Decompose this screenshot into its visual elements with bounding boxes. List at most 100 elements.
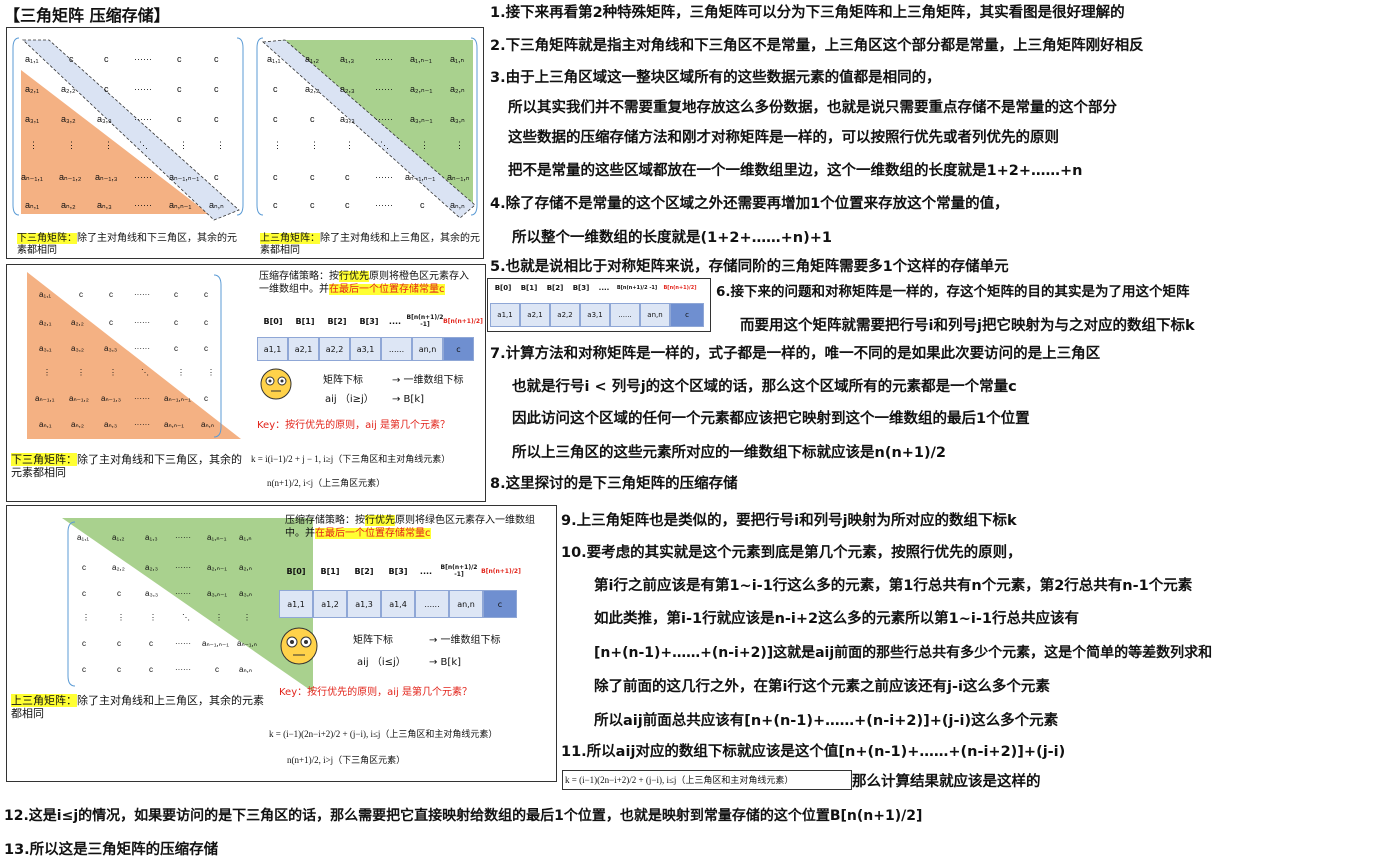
svg-text:⋮: ⋮ [420, 140, 429, 150]
svg-text:⋮: ⋮ [149, 613, 157, 622]
svg-text:a₁,ₙ₋₁: a₁,ₙ₋₁ [410, 54, 432, 64]
svg-text:a₂,₂: a₂,₂ [112, 563, 125, 572]
line-9: 9.上三角矩阵也是类似的，要把行号i和列号j映射为所对应的数组下标k [561, 511, 1017, 531]
svg-text:······: ······ [134, 420, 150, 429]
svg-text:······: ······ [134, 200, 152, 210]
strategy-highlight: 行优先 [365, 515, 395, 526]
svg-text:c: c [82, 563, 86, 572]
svg-text:aₙ,₃: aₙ,₃ [97, 200, 112, 210]
array-cell: an,n [449, 590, 483, 618]
line-2: 2.下三角矩阵就是指主对角线和下三角区不是常量，上三角区这个部分都是常量，上三角… [490, 36, 1144, 56]
svg-text:a₁,ₙ₋₁: a₁,ₙ₋₁ [207, 533, 227, 542]
line-10b: 第i行之前应该是有第1~i-1行这么多的元素，第1行总共有n个元素，第2行总共有… [594, 576, 1192, 596]
line-7: 7.计算方法和对称矩阵是一样的，式子都是一样的，唯一不同的是如果此次要访问的是上… [490, 344, 1100, 364]
svg-text:aₙ,ₙ₋₁: aₙ,ₙ₋₁ [169, 200, 191, 210]
array-cell: an,n [640, 303, 670, 327]
svg-text:aₙ₋₁,₁: aₙ₋₁,₁ [35, 394, 55, 403]
array-header: B[n(n+1)/2] [663, 285, 697, 291]
line-4b-text: 所以整个一维数组的长度就是(1+2+……+n)+1 [512, 230, 832, 246]
array-header: B[1] [295, 316, 315, 326]
array-cell: a1,1 [279, 590, 313, 618]
line-7c-text: 因此访问这个区域的任何一个元素都应该把它映射到这个一维数组的最后1个位置 [512, 411, 1030, 427]
line-6-text: 6.接下来的问题和对称矩阵是一样的，存这个矩阵的目的其实是为了用这个矩阵 [716, 284, 1190, 300]
svg-text:c: c [204, 344, 208, 353]
svg-text:c: c [345, 200, 350, 210]
svg-text:aₙ₋₁,₃: aₙ₋₁,₃ [101, 394, 121, 403]
svg-text:⋮: ⋮ [273, 140, 282, 150]
mini-array-headers: B[0] B[1] B[2] B[3] .... B[n(n+1)/2 -1] … [490, 281, 700, 295]
array-cell: a1,3 [347, 590, 381, 618]
svg-text:c: c [104, 54, 109, 64]
array-cell: a3,1 [580, 303, 610, 327]
svg-text:c: c [214, 172, 219, 182]
lower-compression-caption: 下三角矩阵：除了主对角线和下三角区，其余的元素都相同 [11, 453, 246, 479]
line-10b-text: 第i行之前应该是有第1~i-1行这么多的元素，第1行总共有n个元素，第2行总共有… [594, 578, 1193, 594]
svg-text:⋱: ⋱ [380, 140, 389, 150]
array-header: B[3] [388, 566, 408, 576]
svg-text:······: ······ [175, 533, 191, 542]
strategy-highlight-2: 在最后一个位置存储常量c [329, 284, 445, 295]
svg-text:⋮: ⋮ [215, 613, 223, 622]
upper-caption: 上三角矩阵：除了主对角线和上三角区，其余的元素都相同 [260, 233, 480, 257]
line-13: 13.所以这是三角矩阵的压缩存储 [4, 840, 218, 860]
array-cell-constant: c [670, 303, 704, 327]
svg-text:⋮: ⋮ [243, 613, 251, 622]
array-cell: ...... [610, 303, 640, 327]
upper-triangular-matrix-figure: a₁,₁ a₁,₂ a₁,₃ ······ a₁,ₙ₋₁ a₁,ₙ c a₂,₂ a₂,₃ ··… [256, 37, 478, 219]
svg-text:c: c [177, 114, 182, 124]
svg-text:a₃,₃: a₃,₃ [145, 589, 158, 598]
line-8-text: 8.这里探讨的是下三角矩阵的压缩存储 [490, 476, 738, 492]
svg-text:a₃,₃: a₃,₃ [97, 114, 112, 124]
svg-text:aₙ₋₁,₂: aₙ₋₁,₂ [59, 172, 82, 182]
lower-array-headers: B[0] B[1] B[2] B[3] .... B[n(n+1)/2 -1] … [257, 314, 483, 328]
line-3d-text: 把不是常量的这些区域都放在一个一维数组里边，这个一维数组的长度就是1+2+……+… [508, 163, 1083, 179]
array-header: B[0] [263, 316, 283, 326]
svg-text:a₁,₁: a₁,₁ [25, 54, 39, 64]
line-10: 10.要考虑的其实就是这个元素到底是第几个元素，按照行优先的原则， [561, 543, 1022, 563]
array-cell: an,n [412, 337, 443, 361]
map-row-1b: → 一维数组下标 [392, 375, 464, 386]
line-10e: 除了前面的这几行之外，在第i行这个元素之前应该还有j-i这么多个元素 [594, 677, 1050, 697]
array-cell: a1,1 [490, 303, 520, 327]
svg-text:a₂,₃: a₂,₃ [145, 563, 158, 572]
line-7b-text: 也就是行号i < 列号j的这个区域的话，那么这个区域所有的元素都是一个常量c [512, 379, 1017, 395]
svg-text:······: ······ [375, 84, 393, 94]
svg-text:c: c [109, 318, 113, 327]
svg-text:⋮: ⋮ [43, 368, 51, 377]
svg-text:aₙ,₂: aₙ,₂ [71, 420, 84, 429]
svg-text:⋮: ⋮ [29, 140, 38, 150]
strategy-highlight-2: 在最后一个位置存储常量c [315, 528, 431, 539]
array-header: B[n(n+1)/2 -1] [406, 314, 444, 328]
line-11b-text: 那么计算结果就应该是这样的 [852, 774, 1041, 790]
svg-text:aₙ,₂: aₙ,₂ [61, 200, 76, 210]
svg-text:a₁,₂: a₁,₂ [305, 54, 320, 64]
strategy-text-a: 压缩存储策略：按 [285, 515, 365, 526]
line-3d: 把不是常量的这些区域都放在一个一维数组里边，这个一维数组的长度就是1+2+……+… [508, 161, 1082, 181]
thinking-face-icon [260, 368, 292, 400]
array-cell: a1,1 [257, 337, 288, 361]
svg-text:······: ······ [134, 172, 152, 182]
panel-lower-compression: a₁,₁ c c ······ c c a₂,₁ a₂,₂ c ······ c c a₃,₁ a₃,… [6, 264, 486, 502]
svg-text:······: ······ [175, 563, 191, 572]
svg-text:a₃,ₙ₋₁: a₃,ₙ₋₁ [410, 114, 433, 124]
svg-text:c: c [204, 394, 208, 403]
strategy-text-a: 压缩存储策略：按 [259, 271, 339, 282]
svg-text:a₂,ₙ₋₁: a₂,ₙ₋₁ [410, 84, 432, 94]
svg-text:c: c [204, 290, 208, 299]
line-9-text: 9.上三角矩阵也是类似的，要把行号i和列号j映射为所对应的数组下标k [561, 513, 1017, 529]
svg-text:c: c [214, 114, 219, 124]
line-12-text: 12.这是i≤j的情况，如果要访问的是下三角区的话，那么需要把它直接映射给数组的… [4, 808, 923, 824]
line-1-text: 1.接下来再看第2种特殊矩阵，三角矩阵可以分为下三角矩阵和上三角矩阵，其实看图是… [490, 5, 1125, 21]
line-6b-text: 而要用这个矩阵就需要把行号i和列号j把它映射为与之对应的数组下标k [740, 318, 1195, 334]
svg-text:⋮: ⋮ [67, 140, 76, 150]
svg-text:c: c [310, 114, 315, 124]
svg-text:aₙ₋₁,ₙ: aₙ₋₁,ₙ [447, 172, 470, 182]
line-11-text: 11.所以aij对应的数组下标就应该是这个值[n+(n-1)+……+(n-i+2… [561, 744, 1066, 760]
line-7d-text: 所以上三角区的这些元素所对应的一维数组下标就应该是n(n+1)/2 [512, 445, 947, 461]
line-4b: 所以整个一维数组的长度就是(1+2+……+n)+1 [512, 228, 832, 248]
svg-text:⋮: ⋮ [179, 140, 188, 150]
array-cell: a3,1 [350, 337, 381, 361]
svg-text:a₂,₁: a₂,₁ [25, 84, 39, 94]
page-title: 【三角矩阵 压缩存储】 [4, 6, 170, 25]
svg-text:c: c [174, 290, 178, 299]
